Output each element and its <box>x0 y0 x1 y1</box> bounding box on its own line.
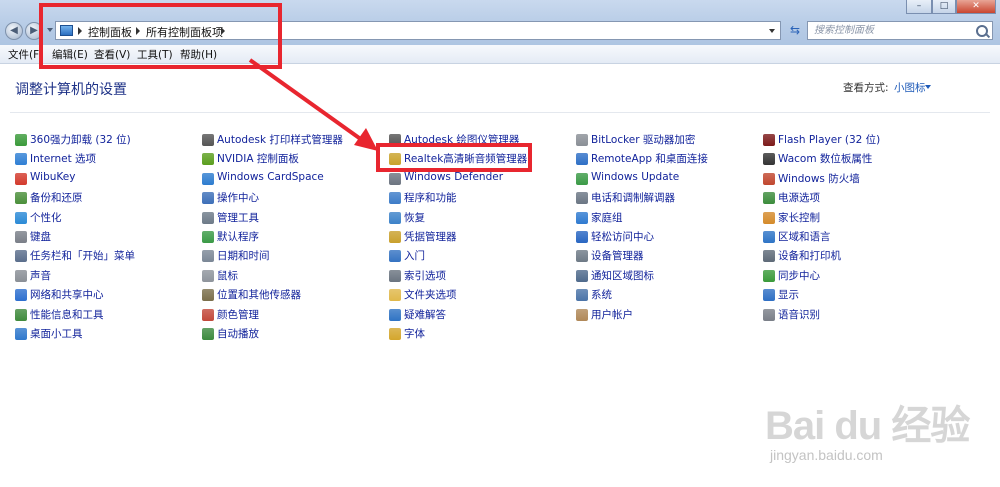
baidu-watermark-logo: Bai du 经验 <box>765 404 970 448</box>
watermark-url: jingyan.baidu.com <box>770 447 883 463</box>
